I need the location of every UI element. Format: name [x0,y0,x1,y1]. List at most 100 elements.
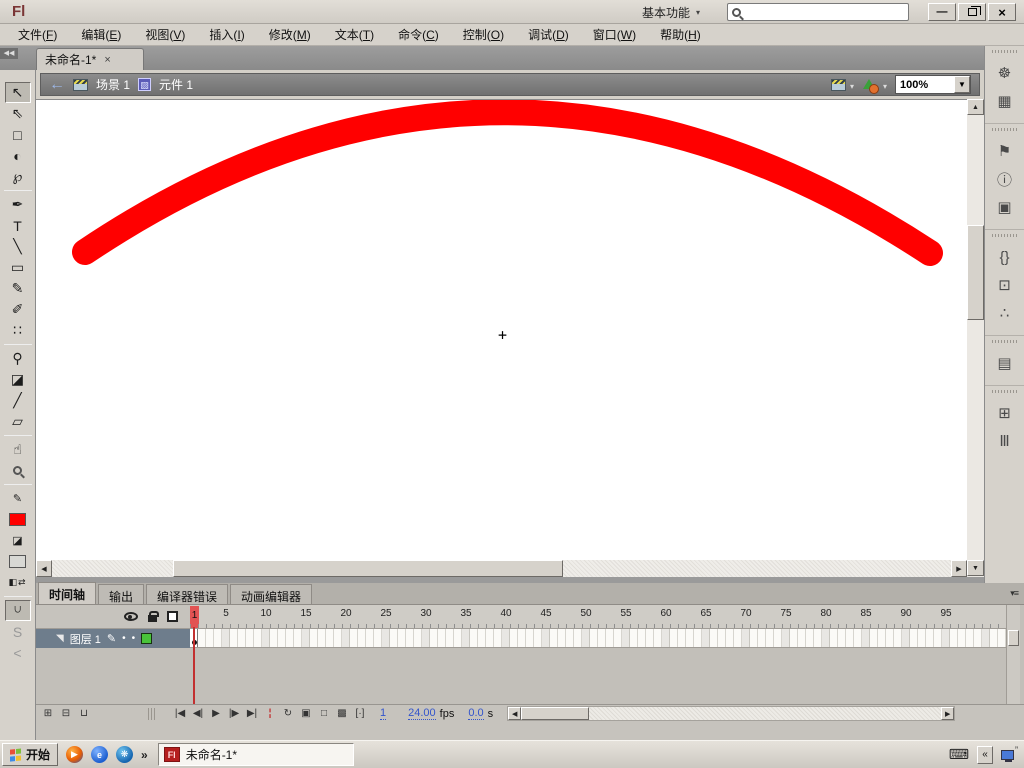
outline-column-icon[interactable] [167,611,178,622]
zoom-dropdown-button[interactable]: ▼ [954,76,970,93]
modify-markers-button[interactable]: [·] [352,706,368,721]
align-panel-icon[interactable]: ⚑ [992,139,1018,163]
smooth-option[interactable]: S [5,621,31,642]
onion-skin-button[interactable]: ▣ [298,706,314,721]
new-layer-button[interactable]: ⊞ [40,706,56,721]
timeline-scroll-thumb[interactable] [1008,630,1019,646]
motion-presets-panel-icon[interactable]: ∴ [992,301,1018,325]
panel-menu-icon[interactable]: ▾≡ [1010,588,1019,599]
timeline-tab-inactive[interactable]: 动画编辑器 [230,584,313,604]
prev-frame-button[interactable]: ◀| [190,706,206,721]
zoom-level-combobox[interactable]: 100% ▼ [895,75,971,94]
scroll-left-button[interactable]: ◀ [36,560,52,577]
code-snippets-panel-icon[interactable]: {} [992,245,1018,269]
restore-button[interactable] [958,3,986,21]
quick-launch-media-player-icon[interactable]: ▶ [66,746,83,763]
timeline-horizontal-scrollbar[interactable]: ◀ ▶ [507,706,956,721]
edit-multiple-frames-button[interactable]: ▩ [334,706,350,721]
transform-panel-icon[interactable]: ▣ [992,195,1018,219]
menu-item-f[interactable]: 文件(F) [8,24,71,45]
line-tool[interactable]: ╲ [5,236,31,257]
tab-close-icon[interactable]: × [104,54,110,66]
next-frame-button[interactable]: |▶ [226,706,242,721]
layer-name[interactable]: 图层 1 [70,631,101,647]
last-frame-button[interactable]: ▶| [244,706,260,721]
network-status-icon[interactable] [1001,745,1018,762]
color-panel-icon[interactable]: ☸ [992,61,1018,85]
scroll-down-button[interactable]: ▼ [967,560,984,576]
show-hide-column-icon[interactable] [124,612,138,621]
stage-canvas[interactable]: + [36,99,967,560]
scroll-left-button[interactable]: ◀ [508,707,522,720]
start-button[interactable]: 开始 [2,743,58,766]
text-tool[interactable]: T [5,215,31,236]
quick-launch-settings-icon[interactable]: ❋ [116,746,133,763]
scroll-right-button[interactable]: ▶ [951,560,967,577]
menu-item-c[interactable]: 命令(C) [388,24,453,45]
pencil-tool[interactable]: ✎ [5,278,31,299]
current-frame-value[interactable]: 1 [380,707,387,720]
taskbar-app-button[interactable]: Fl 未命名-1* [157,743,354,766]
search-input[interactable] [727,3,909,21]
fill-color-icon[interactable]: ◪ [5,530,31,551]
first-frame-button[interactable]: |◀ [172,706,188,721]
lock-column-icon[interactable] [148,611,159,622]
menu-item-m[interactable]: 修改(M) [259,24,325,45]
timeline-layer-row[interactable]: ◥ 图层 1 ✎ • • [36,629,1024,648]
straighten-option[interactable]: < [5,642,31,663]
delete-layer-button[interactable]: ⊔ [76,706,92,721]
menu-item-t[interactable]: 文本(T) [325,24,388,45]
play-button[interactable]: ▶ [208,706,224,721]
spray-brush-tool[interactable]: ∷ [5,320,31,341]
swatches-panel-icon[interactable]: ▦ [992,89,1018,113]
symbol-breadcrumb[interactable]: 元件 1 [159,76,193,93]
canvas-vertical-scrollbar[interactable]: ▲ ▼ [967,99,984,577]
loop-button[interactable]: ↻ [280,706,296,721]
bone-tool[interactable]: ⚲ [5,348,31,369]
black-white-swap[interactable]: ◧ ⇄ [5,572,31,593]
minimize-button[interactable]: — [928,3,956,21]
tray-collapse-chevron[interactable]: « [977,745,993,764]
layer-frames-track[interactable] [190,629,1006,648]
scroll-right-button[interactable]: ▶ [941,707,955,720]
eyedropper-tool[interactable]: ╱ [5,390,31,411]
rectangle-tool[interactable]: ▭ [5,257,31,278]
hand-tool[interactable]: ☝ [5,439,31,460]
3d-rotation-tool[interactable]: ◐ [5,145,31,166]
splitter-grip[interactable] [148,707,156,720]
layer-visible-dot[interactable]: • [122,633,126,644]
menu-item-o[interactable]: 控制(O) [453,24,518,45]
canvas-horizontal-scrollbar[interactable]: ◀ ▶ [36,560,967,577]
menu-item-i[interactable]: 插入(I) [199,24,258,45]
quick-launch-browser-icon[interactable]: e [91,746,108,763]
info-panel-icon[interactable]: ⓘ [992,167,1018,191]
scene-breadcrumb[interactable]: 场景 1 [96,76,130,93]
scroll-up-button[interactable]: ▲ [967,99,984,115]
component-inspector-panel-icon[interactable]: ⊞ [992,401,1018,425]
paint-bucket-tool[interactable]: ◪ [5,369,31,390]
vertical-scroll-thumb[interactable] [967,225,984,320]
menu-item-v[interactable]: 视图(V) [135,24,199,45]
components-panel-icon[interactable]: ⊡ [992,273,1018,297]
eraser-tool[interactable]: ▱ [5,411,31,432]
selection-tool[interactable]: ↖ [4,82,31,103]
menu-item-e[interactable]: 编辑(E) [71,24,135,45]
onion-skin-outlines-button[interactable]: □ [316,706,332,721]
timeline-hscroll-thumb[interactable] [521,707,590,720]
quick-launch-overflow-chevron[interactable]: » [141,748,148,762]
library-panel-icon[interactable]: Ⅲ [992,429,1018,453]
brush-tool[interactable]: ✐ [5,299,31,320]
new-folder-button[interactable]: ⊟ [58,706,74,721]
zoom-tool[interactable] [5,460,31,481]
stroke-color-icon[interactable]: ✎ [5,488,31,509]
back-arrow-button[interactable]: ← [49,76,65,93]
lasso-tool[interactable]: ℘ [5,166,31,187]
timeline-ruler[interactable]: 1 5 10 15 20 25 30 35 40 45 50 55 60 65 70 75 80 85 90 95 [190,605,1006,629]
edit-symbols-button[interactable] [862,78,879,94]
subselection-tool[interactable]: ⇖ [5,103,31,124]
close-button[interactable]: × [988,3,1016,21]
layer-outline-color-swatch[interactable] [141,633,153,644]
document-tab[interactable]: 未命名-1* × [36,48,144,70]
menu-item-d[interactable]: 调试(D) [518,24,583,45]
edit-scene-button[interactable] [830,78,846,91]
